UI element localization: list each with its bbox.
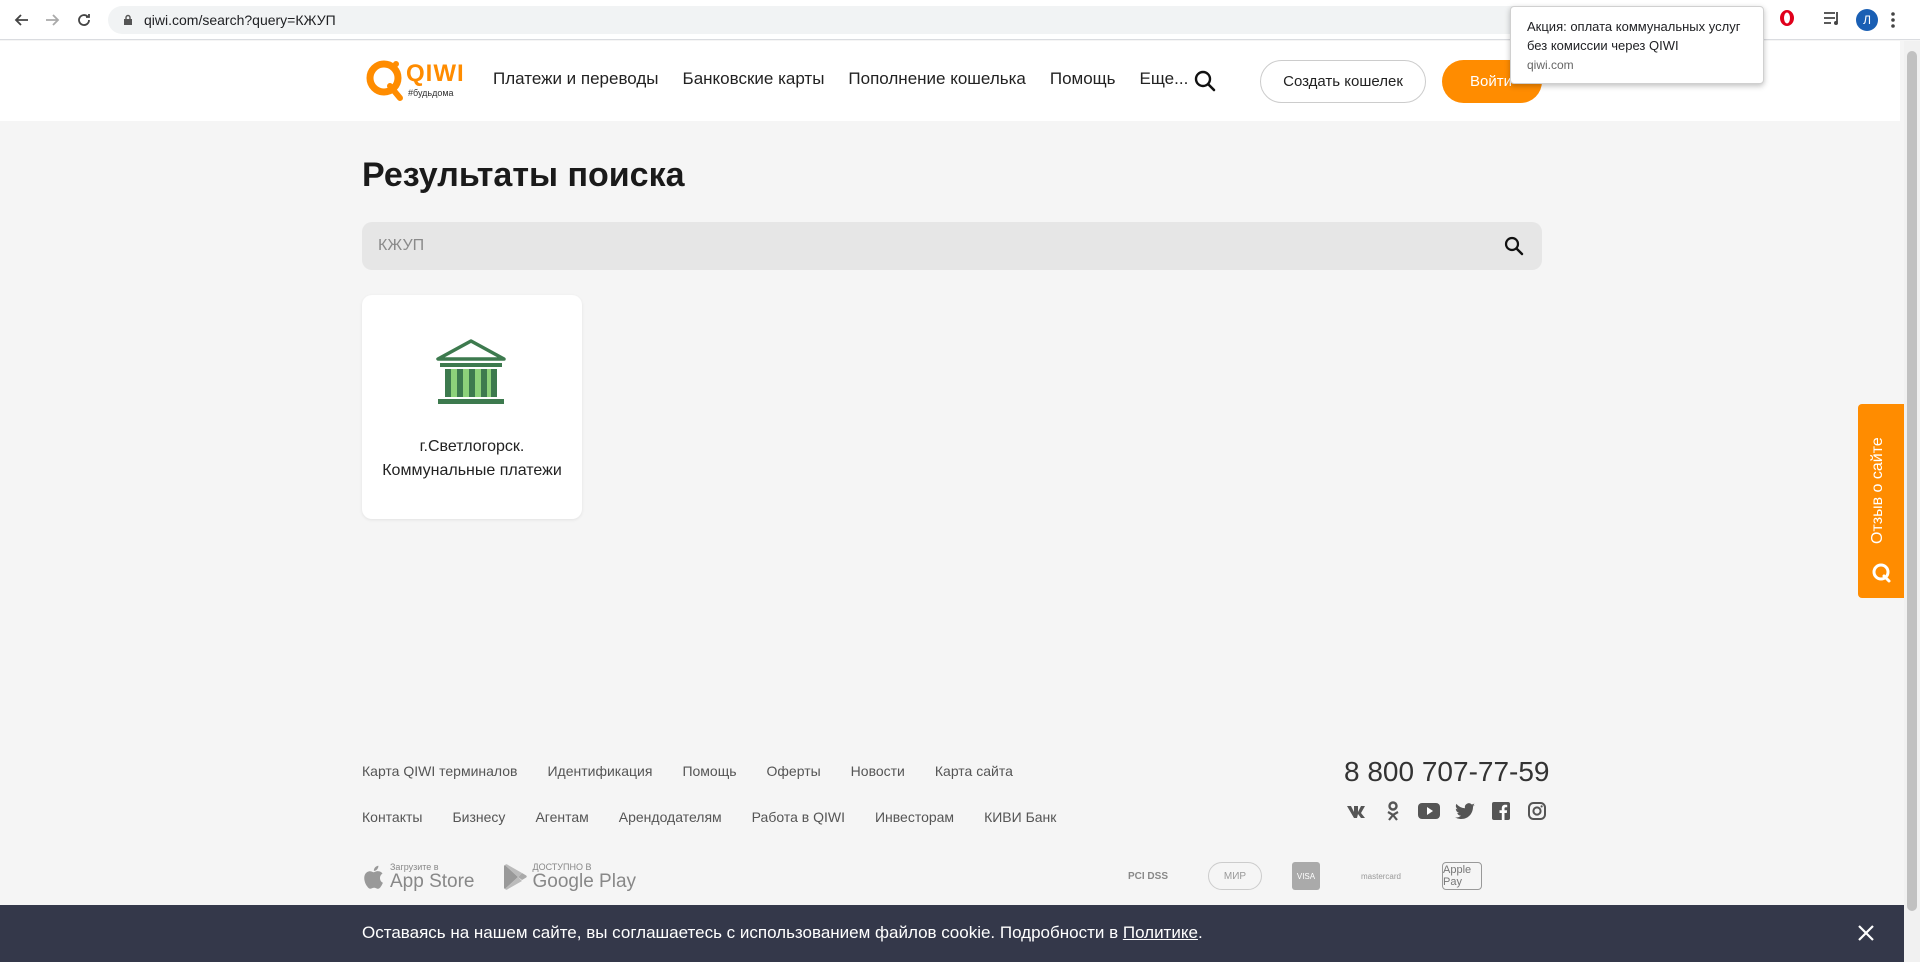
- create-wallet-button[interactable]: Создать кошелек: [1260, 60, 1426, 103]
- footer-link[interactable]: Инвесторам: [875, 809, 954, 825]
- lock-icon: [124, 14, 132, 25]
- odnoklassniki-icon[interactable]: [1382, 800, 1404, 822]
- search-value: КЖУП: [378, 237, 425, 254]
- nav-topup[interactable]: Пополнение кошелька: [848, 69, 1025, 89]
- google-play-icon: [503, 864, 527, 890]
- googleplay-name: Google Play: [532, 871, 637, 892]
- footer-link[interactable]: Карта QIWI терминалов: [362, 763, 517, 779]
- notification-title: Акция: оплата коммунальных услуг без ком…: [1527, 19, 1741, 53]
- search-icon[interactable]: [1194, 70, 1216, 92]
- notification-source: qiwi.com: [1527, 58, 1574, 72]
- feedback-tab[interactable]: Отзыв о сайте: [1858, 404, 1904, 598]
- footer-link[interactable]: Работа в QIWI: [752, 809, 845, 825]
- apple-pay-logo: Apple Pay: [1442, 862, 1482, 890]
- page-title: Результаты поиска: [362, 156, 685, 194]
- youtube-icon[interactable]: [1418, 800, 1440, 822]
- scrollbar-thumb[interactable]: [1907, 51, 1917, 911]
- pci-dss-logo: PCI DSS: [1127, 870, 1168, 882]
- footer-link[interactable]: Бизнесу: [452, 809, 505, 825]
- facebook-icon[interactable]: [1490, 800, 1512, 822]
- footer-link[interactable]: Арендодателям: [619, 809, 722, 825]
- appstore-link[interactable]: Загрузите в App Store: [362, 862, 475, 892]
- footer-link[interactable]: Агентам: [535, 809, 588, 825]
- footer-links-row1: Карта QIWI терминалов Идентификация Помо…: [362, 763, 1013, 779]
- main-nav: Платежи и переводы Банковские карты Попо…: [493, 69, 1188, 89]
- result-label: г.Светлогорск. Коммунальные платежи: [382, 438, 562, 479]
- cookie-policy-link[interactable]: Политике: [1123, 923, 1198, 942]
- footer-link[interactable]: Идентификация: [547, 763, 652, 779]
- feedback-label: Отзыв о сайте: [1869, 437, 1886, 544]
- reload-icon[interactable]: [74, 10, 94, 30]
- social-links: [1346, 800, 1548, 822]
- qiwi-small-icon: [1872, 563, 1891, 583]
- notification-popup[interactable]: Акция: оплата коммунальных услуг без ком…: [1510, 6, 1764, 84]
- mir-logo: МИР: [1208, 862, 1262, 890]
- nav-payments[interactable]: Платежи и переводы: [493, 69, 659, 89]
- mastercard-logo: mastercard: [1360, 871, 1401, 881]
- twitter-icon[interactable]: [1454, 800, 1476, 822]
- appstore-name: App Store: [390, 871, 475, 892]
- visa-logo: VISA: [1292, 862, 1320, 890]
- cookie-text: Оставаясь на нашем сайте, вы соглашаетес…: [362, 923, 1123, 942]
- nav-bank-cards[interactable]: Банковские карты: [683, 69, 825, 89]
- url-text: qiwi.com/search?query=КЖУП: [144, 12, 336, 28]
- logo-text: QIWI: [406, 60, 465, 87]
- close-icon[interactable]: [1856, 923, 1876, 943]
- qiwi-logo[interactable]: QIWI #будьдома: [366, 56, 464, 106]
- address-bar[interactable]: qiwi.com/search?query=КЖУП: [108, 6, 1528, 34]
- profile-avatar[interactable]: Л: [1856, 9, 1878, 31]
- search-input[interactable]: КЖУП: [362, 222, 1542, 270]
- instagram-icon[interactable]: [1526, 800, 1548, 822]
- menu-icon[interactable]: [1890, 11, 1896, 29]
- footer-link[interactable]: Помощь: [682, 763, 736, 779]
- nav-help[interactable]: Помощь: [1050, 69, 1116, 89]
- apple-icon: [364, 865, 383, 889]
- logo-tag: #будьдома: [408, 88, 454, 98]
- bank-building-icon: [436, 339, 506, 404]
- search-icon[interactable]: [1504, 236, 1524, 256]
- profile-initial: Л: [1856, 9, 1878, 31]
- app-stores: Загрузите в App Store ДОСТУПНО В Google …: [362, 862, 636, 892]
- reading-list-icon[interactable]: [1822, 9, 1842, 27]
- search-result-card[interactable]: г.Светлогорск. Коммунальные платежи: [362, 295, 582, 519]
- googleplay-link[interactable]: ДОСТУПНО В Google Play: [503, 862, 637, 892]
- footer-link[interactable]: Контакты: [362, 809, 422, 825]
- back-icon[interactable]: [12, 10, 32, 30]
- footer-link[interactable]: КИВИ Банк: [984, 809, 1056, 825]
- cookie-text-wrap: Оставаясь на нашем сайте, вы соглашаетес…: [362, 923, 1203, 943]
- nav-more[interactable]: Еще...: [1140, 69, 1189, 89]
- payment-logos: PCI DSS МИР VISA mastercard Apple Pay: [1118, 862, 1482, 890]
- footer-link[interactable]: Карта сайта: [935, 763, 1013, 779]
- footer-links-row2: Контакты Бизнесу Агентам Арендодателям Р…: [362, 809, 1056, 825]
- footer-link[interactable]: Новости: [851, 763, 905, 779]
- footer-link[interactable]: Оферты: [767, 763, 821, 779]
- page-scrollbar[interactable]: [1904, 41, 1920, 962]
- vk-icon[interactable]: [1346, 800, 1368, 822]
- cookie-banner: Оставаясь на нашем сайте, вы соглашаетес…: [0, 905, 1904, 962]
- cookie-text-end: .: [1197, 923, 1203, 942]
- opera-icon[interactable]: [1778, 9, 1796, 27]
- support-phone[interactable]: 8 800 707-77-59: [1344, 756, 1550, 788]
- forward-icon[interactable]: [42, 10, 62, 30]
